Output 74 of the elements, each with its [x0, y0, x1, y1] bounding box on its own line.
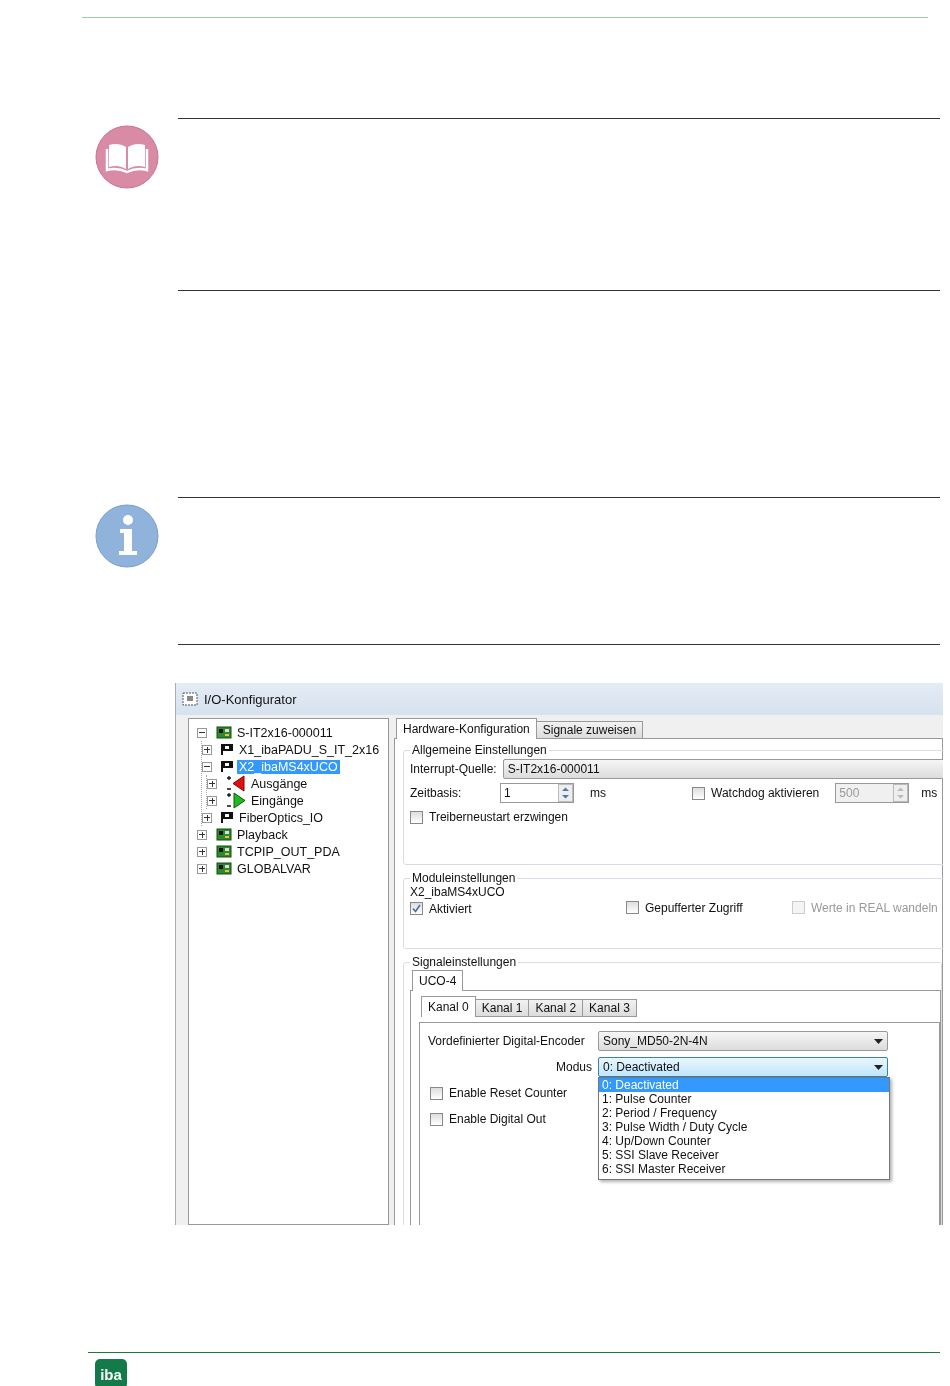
expand-toggle[interactable]	[207, 795, 217, 806]
tree-item[interactable]: GLOBALVAR	[235, 861, 313, 876]
circuit-board-icon	[216, 862, 232, 875]
dropdown-option[interactable]: 4: Up/Down Counter	[599, 1134, 889, 1148]
circuit-board-icon	[216, 828, 232, 841]
checkbox[interactable]	[410, 902, 423, 916]
expand-toggle[interactable]	[197, 846, 207, 857]
expand-toggle[interactable]	[197, 727, 207, 738]
input-triangle-icon	[226, 792, 246, 809]
logo: iba	[95, 1359, 127, 1386]
tab[interactable]: Kanal 1	[474, 999, 530, 1017]
dropdown-arrow-icon	[874, 1038, 883, 1044]
checkbox[interactable]	[430, 1086, 443, 1100]
checkbox-label: Enable Reset Counter	[449, 1086, 568, 1100]
expand-toggle[interactable]	[197, 829, 207, 840]
unit-label: ms	[590, 786, 607, 800]
group-title: Allgemeine Einstellungen	[411, 743, 548, 757]
dropdown-option[interactable]: 1: Pulse Counter	[599, 1092, 889, 1106]
tree-item[interactable]: Playback	[235, 827, 290, 842]
checkbox[interactable]	[692, 786, 705, 800]
tab[interactable]: Signale zuweisen	[535, 721, 644, 739]
tab[interactable]: Kanal 2	[528, 999, 584, 1017]
circuit-board-icon	[216, 845, 232, 858]
expand-toggle[interactable]	[202, 761, 212, 772]
flag-icon	[221, 744, 234, 755]
expand-toggle[interactable]	[207, 778, 217, 789]
tree-item[interactable]: FiberOptics_IO	[237, 810, 326, 825]
checkbox[interactable]	[626, 901, 639, 915]
checkbox-label: Treiberneustart erzwingen	[429, 810, 568, 824]
dropdown-option[interactable]: 2: Period / Frequency	[599, 1106, 889, 1120]
tree-item[interactable]: TCPIP_OUT_PDA	[235, 844, 342, 859]
group-title: Moduleinstellungen	[411, 871, 517, 885]
unit-label: ms	[921, 786, 938, 800]
module-name: X2_ibaMS4xUCO	[410, 885, 505, 899]
tab[interactable]: UCO-4	[412, 970, 464, 991]
flag-icon	[221, 812, 234, 823]
checkbox-label: Gepufferter Zugriff	[645, 900, 743, 915]
tree-item[interactable]: S-IT2x16-000011	[235, 725, 335, 740]
checkbox-label: Aktiviert	[429, 901, 472, 916]
field-label: Interrupt-Quelle:	[410, 762, 497, 776]
checkbox-label: Enable Digital Out	[449, 1112, 546, 1126]
tree-item[interactable]: X1_ibaPADU_S_IT_2x16	[237, 742, 382, 757]
window-title: I/O-Konfigurator	[204, 691, 297, 707]
encoder-dropdown[interactable]: Sony_MD50-2N-4N	[598, 1031, 888, 1051]
flag-icon	[221, 761, 234, 772]
checkbox[interactable]	[430, 1112, 443, 1126]
group-title: Signaleinstellungen	[411, 955, 518, 969]
interrupt-source-dropdown[interactable]: S-IT2x16-000011	[502, 759, 943, 779]
expand-toggle[interactable]	[197, 863, 207, 874]
info-icon	[95, 504, 159, 568]
circuit-board-icon	[216, 726, 232, 739]
tab[interactable]: Kanal 3	[582, 999, 637, 1017]
timebase-field[interactable]: 1	[500, 783, 574, 803]
tree-item[interactable]: Ausgänge	[249, 776, 310, 791]
dropdown-option[interactable]: 3: Pulse Width / Duty Cycle	[599, 1120, 889, 1134]
dropdown-option[interactable]: 5: SSI Slave Receiver	[599, 1148, 889, 1162]
field-label: Vordefinierter Digital-Encoder	[428, 1034, 586, 1048]
expand-toggle[interactable]	[202, 812, 212, 823]
output-triangle-icon	[226, 775, 246, 792]
field-label: Zeitbasis:	[410, 786, 463, 800]
tree-item[interactable]: Eingänge	[249, 793, 306, 808]
checkbox-label: Watchdog aktivieren	[711, 786, 820, 800]
window-app-icon	[182, 692, 198, 706]
tab[interactable]: Kanal 0	[421, 996, 476, 1017]
dropdown-option[interactable]: 6: SSI Master Receiver	[599, 1162, 889, 1176]
tab[interactable]: Hardware-Konfiguration	[396, 718, 537, 739]
spinner-arrows-icon[interactable]	[558, 784, 573, 802]
mode-dropdown[interactable]: 0: Deactivated	[598, 1057, 888, 1077]
book-icon	[95, 125, 159, 189]
field-label: Modus	[554, 1060, 592, 1074]
dropdown-arrow-icon	[874, 1064, 883, 1070]
checkbox-label: Werte in REAL wandeln	[811, 900, 938, 915]
checkbox[interactable]	[410, 810, 423, 824]
expand-toggle[interactable]	[202, 744, 212, 755]
